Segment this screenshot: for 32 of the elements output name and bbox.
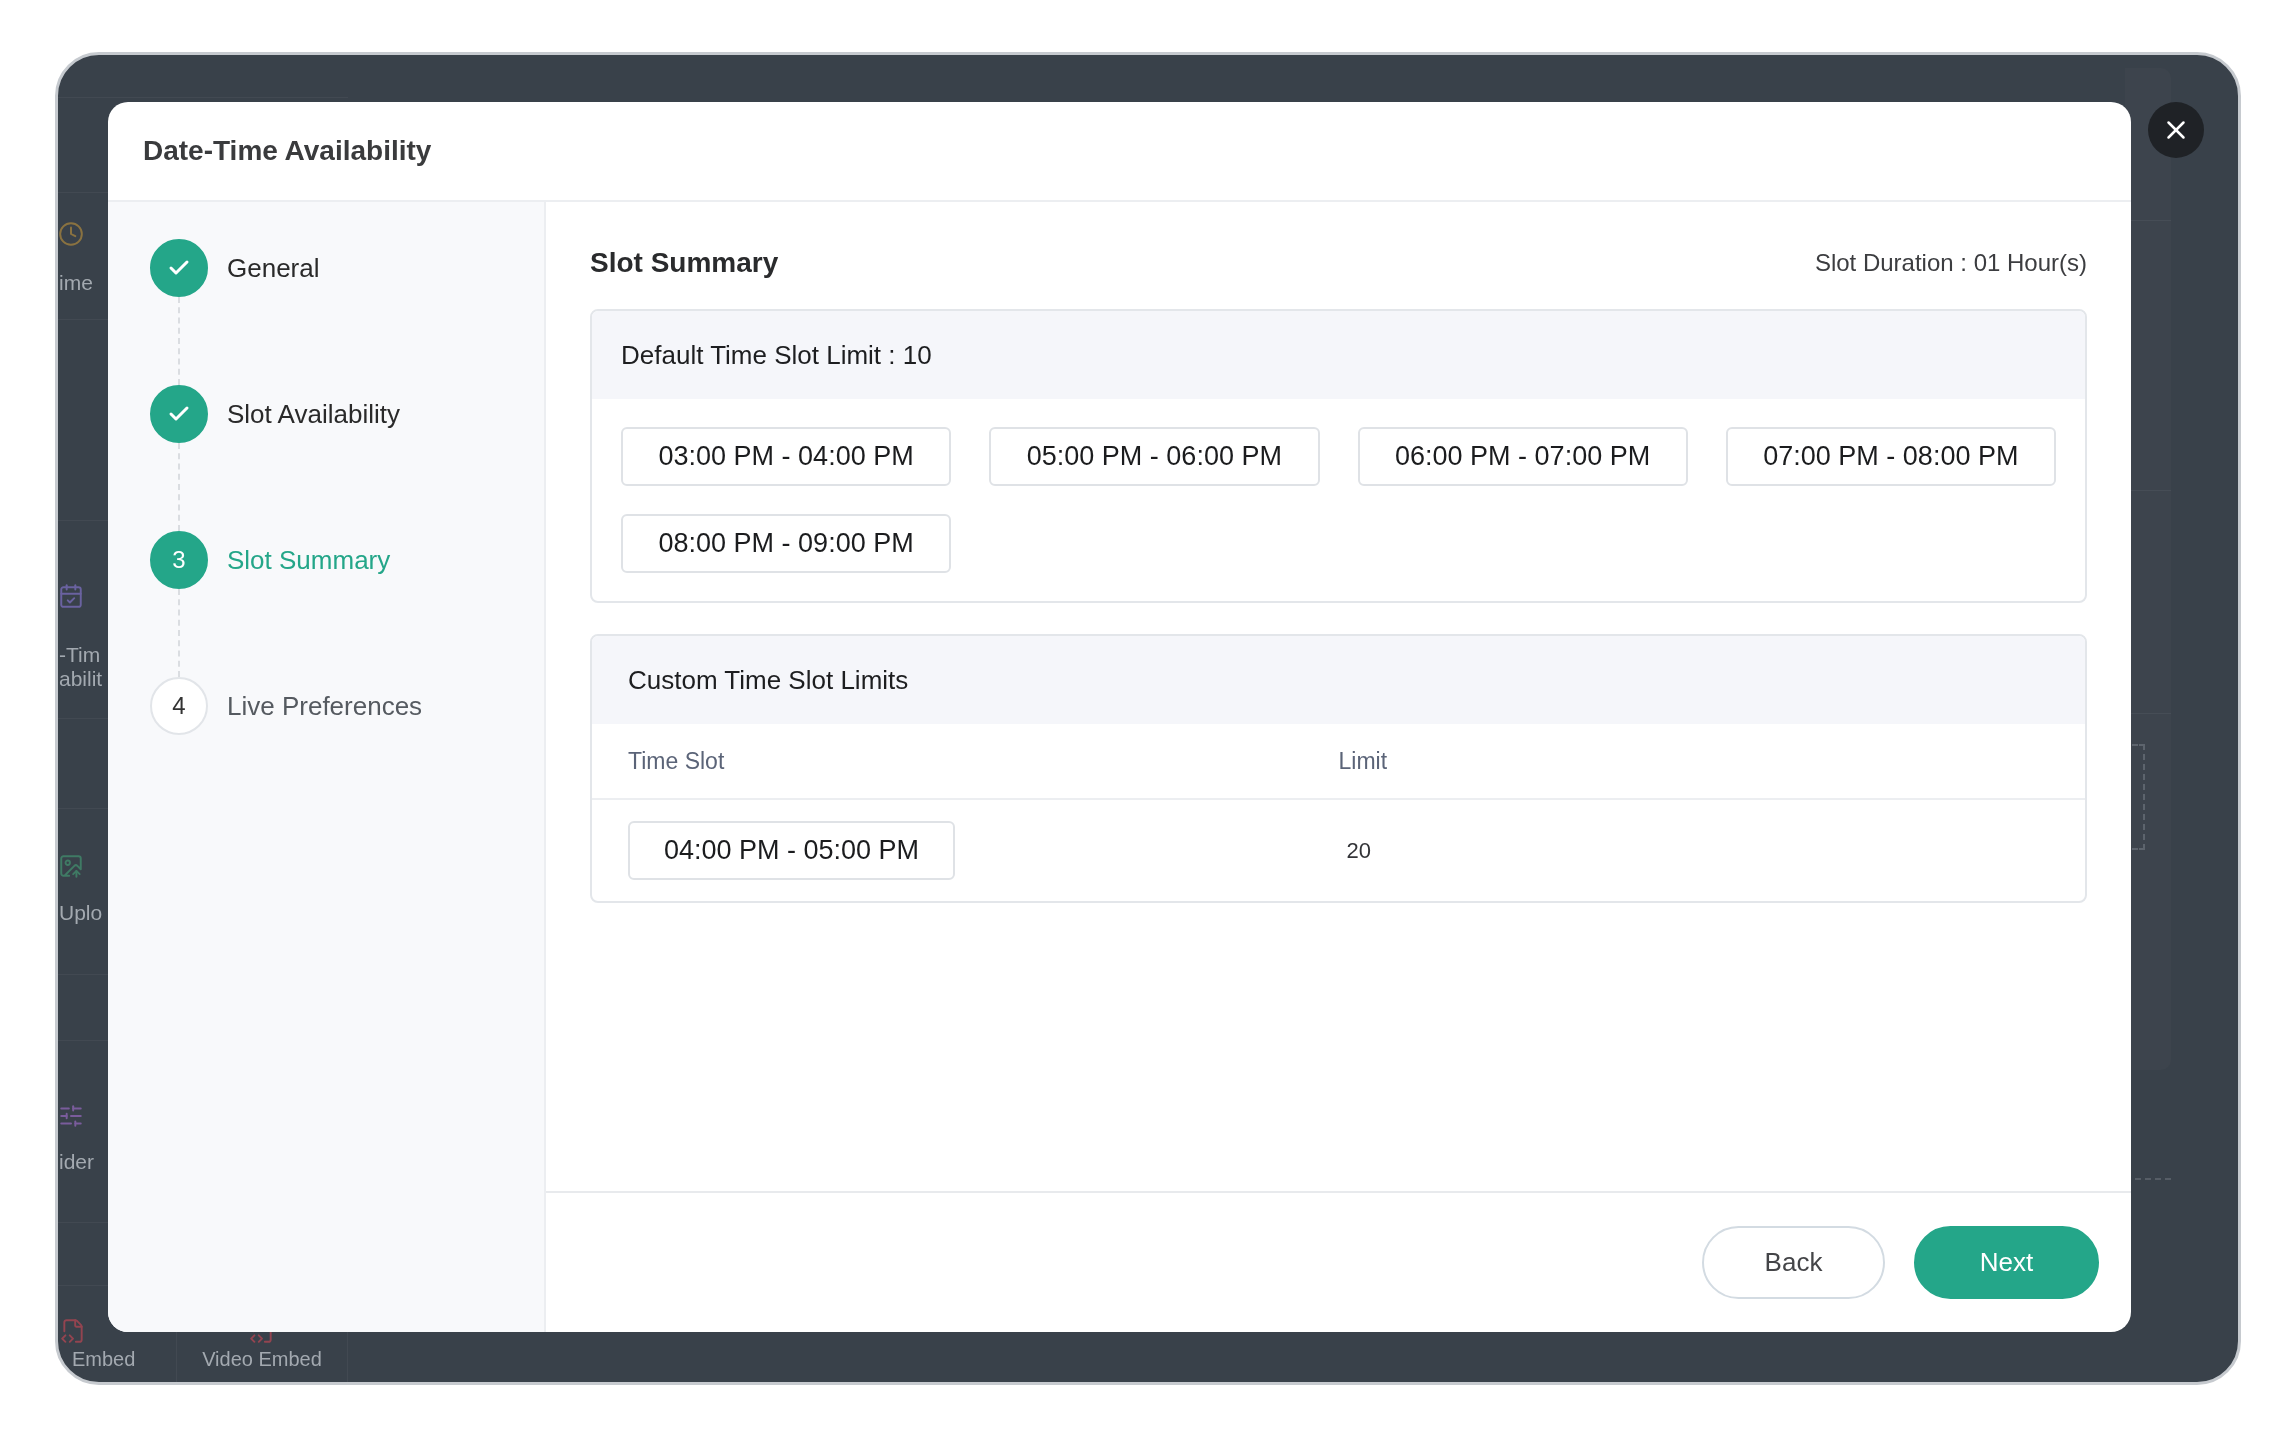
time-slot-chip: 06:00 PM - 07:00 PM [1357,427,1688,486]
step-number: 3 [150,531,208,589]
step-label[interactable]: Live Preferences [227,690,423,722]
column-header: Limit [1338,747,1388,775]
tile-label: ime [59,271,94,295]
tile-label: Uplo [59,901,104,925]
image-upload-icon [58,853,84,879]
section-title: Slot Summary [590,247,779,279]
card-header: Custom Time Slot Limits [592,636,2085,724]
card-header: Default Time Slot Limit : 10 [592,311,2085,399]
table-cell: 20 [1346,837,1371,864]
tile-label: -Tim abilit [59,643,104,691]
calendar-check-icon [58,583,84,609]
column-header: Time Slot [628,747,725,775]
tile-label: Embed [72,1348,136,1370]
time-slot-chip: 07:00 PM - 08:00 PM [1725,427,2056,486]
clock-icon [58,221,84,247]
time-slot-chip: 04:00 PM - 05:00 PM [628,821,955,880]
step-label[interactable]: Slot Availability [227,398,400,430]
step-label[interactable]: General [227,252,320,284]
slot-duration-text: Slot Duration : 01 Hour(s) [1814,249,2087,277]
sliders-icon [58,1103,84,1129]
close-button[interactable] [2148,102,2204,158]
tile-label: ider [59,1150,96,1174]
code-file-icon [60,1318,86,1344]
time-slot-chip: 03:00 PM - 04:00 PM [621,427,952,486]
step-number: 4 [150,677,208,735]
time-slot-chip: 08:00 PM - 09:00 PM [621,514,952,573]
tile-label: Video Embed [202,1348,322,1370]
back-button[interactable]: Back [1702,1226,1885,1299]
time-slot-chip: 05:00 PM - 06:00 PM [989,427,1320,486]
dialog-title: Date-Time Availability [143,135,432,167]
